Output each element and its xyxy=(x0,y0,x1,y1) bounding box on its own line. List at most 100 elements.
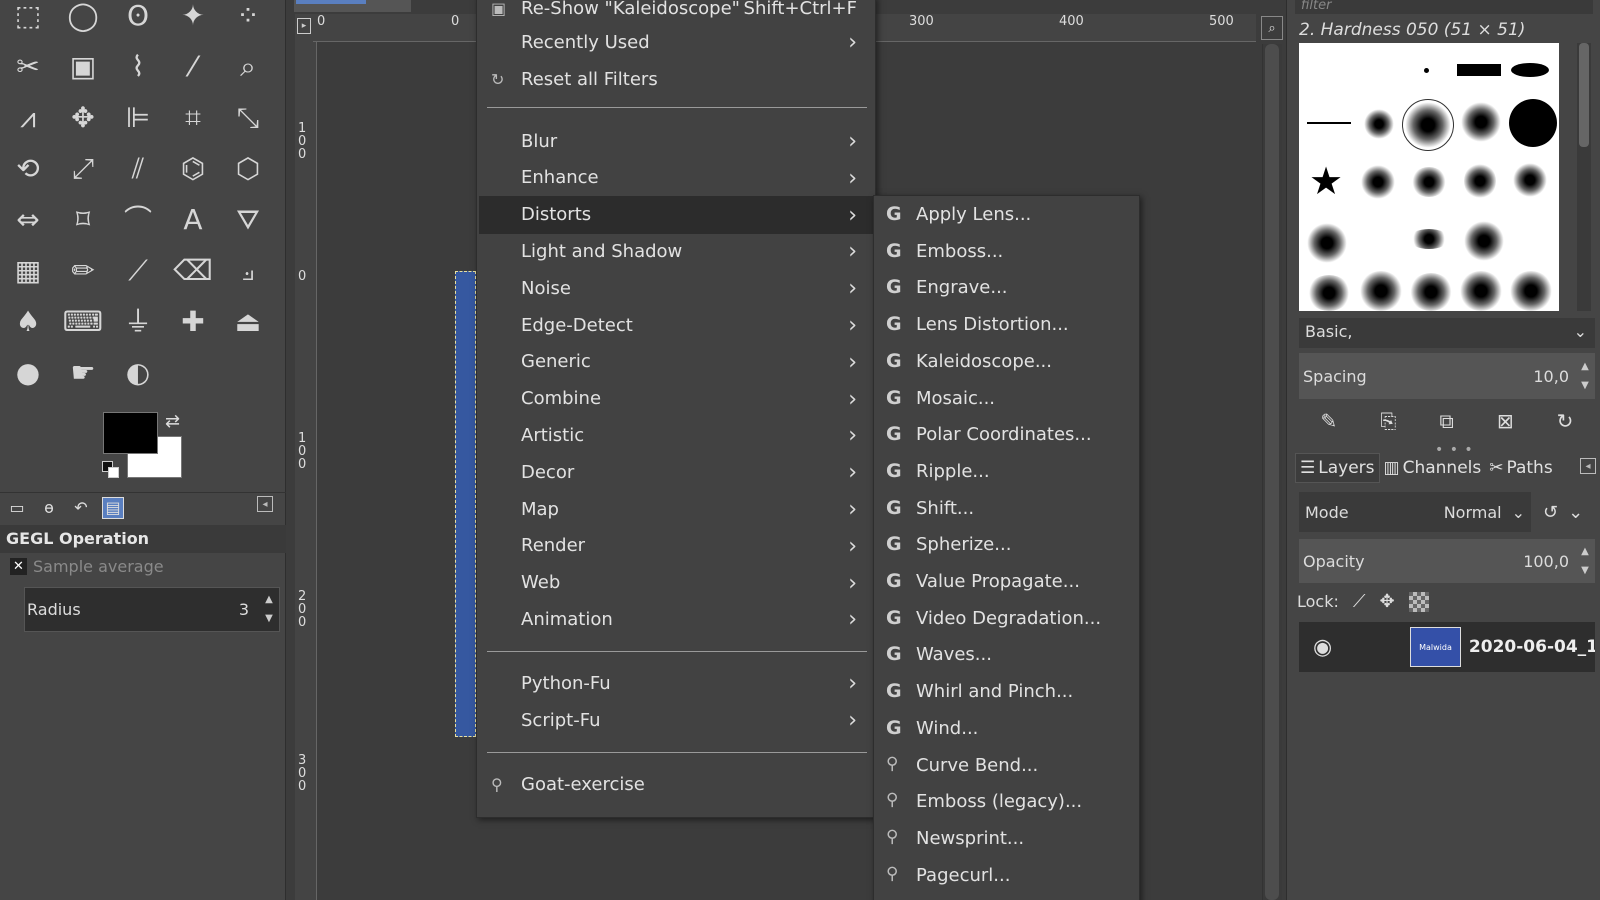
menu-item-artistic[interactable]: Artistic › xyxy=(479,416,873,454)
lock-alpha-icon[interactable] xyxy=(1408,591,1429,612)
lock-pixels-icon[interactable]: ⟋ xyxy=(1353,591,1366,612)
warp-transform-icon[interactable]: ⌒ xyxy=(116,198,160,242)
foreground-color-swatch[interactable] xyxy=(103,412,158,454)
move-icon[interactable]: ✥ xyxy=(61,96,105,140)
pencil-icon[interactable]: ✏ xyxy=(61,249,105,293)
undo-history-tab-icon[interactable]: ↶ xyxy=(70,497,92,519)
refresh-brushes-icon[interactable]: ↻ xyxy=(1557,409,1574,433)
foreground-select-icon[interactable]: ⁘ xyxy=(226,0,270,38)
tab-channels[interactable]: ▥ Channels xyxy=(1380,453,1486,483)
layer-row[interactable]: ◉ Malwida 2020-06-04_1 xyxy=(1299,622,1595,672)
brush-set-select[interactable]: Basic, ⌄ xyxy=(1299,318,1595,348)
brush-preview[interactable] xyxy=(1307,223,1347,263)
submenu-item-gegl[interactable]: G Emboss... xyxy=(874,233,1139,270)
submenu-item-gegl[interactable]: G Apply Lens... xyxy=(874,196,1139,233)
menu-item-map[interactable]: Map › xyxy=(479,490,873,528)
ellipse-select-icon[interactable]: ◯ xyxy=(61,0,105,38)
ink-icon[interactable]: ♠ xyxy=(6,300,50,344)
blur-icon[interactable]: ● xyxy=(6,351,50,395)
menu-item-animation[interactable]: Animation › xyxy=(479,600,873,638)
menu-item-combine[interactable]: Combine › xyxy=(479,380,873,418)
scale-icon[interactable]: ⤢ xyxy=(61,147,105,191)
brush-preview[interactable] xyxy=(1411,167,1447,197)
perspective-clone-icon[interactable]: ⏏ xyxy=(226,300,270,344)
perspective-icon[interactable]: ⬡ xyxy=(226,147,270,191)
brush-preview[interactable] xyxy=(1513,163,1547,197)
submenu-item-script[interactable]: ⚲ Emboss (legacy)... xyxy=(874,783,1139,820)
submenu-item-gegl[interactable]: G Lens Distortion... xyxy=(874,306,1139,343)
brush-preview[interactable] xyxy=(1409,229,1449,249)
paintbrush-icon[interactable]: ⟋ xyxy=(116,249,160,293)
submenu-item-script[interactable]: ⚲ Pagecurl... xyxy=(874,857,1139,894)
align-icon[interactable]: ⊫ xyxy=(116,96,160,140)
visibility-eye-icon[interactable]: ◉ xyxy=(1303,635,1342,660)
unified-transform-icon[interactable]: ⤡ xyxy=(226,96,270,140)
chevron-down-icon[interactable]: ⌄ xyxy=(1568,502,1583,523)
sample-average-option[interactable]: ✕ Sample average xyxy=(10,557,164,576)
submenu-item-gegl[interactable]: G Shift... xyxy=(874,490,1139,527)
spacing-spin-buttons[interactable]: ▲ ▼ xyxy=(1577,357,1593,395)
tab-paths[interactable]: ✂ Paths xyxy=(1485,453,1556,483)
eraser-icon[interactable]: ⌫ xyxy=(171,249,215,293)
layer-mode-select[interactable]: Mode Normal ⌄ xyxy=(1299,492,1531,532)
crop-icon[interactable]: ⌗ xyxy=(171,96,215,140)
brush-preview[interactable] xyxy=(1307,275,1351,311)
brush-preview[interactable]: ★ xyxy=(1309,161,1349,201)
warp-icon[interactable]: ⌬ xyxy=(171,147,215,191)
spacing-value[interactable]: 10,0 xyxy=(1533,367,1569,386)
brush-preview[interactable] xyxy=(1359,271,1403,311)
rotate-icon[interactable]: ⟲ xyxy=(6,147,50,191)
submenu-item-gegl[interactable]: G Engrave... xyxy=(874,269,1139,306)
brush-preview[interactable] xyxy=(1509,271,1553,311)
submenu-item-gegl[interactable]: G Ripple... xyxy=(874,453,1139,490)
brush-preview[interactable] xyxy=(1509,99,1557,147)
submenu-item-script[interactable]: ⚲ Curve Bend... xyxy=(874,747,1139,784)
ruler-corner[interactable]: ▸ xyxy=(295,14,313,42)
text-icon[interactable]: A xyxy=(171,198,215,242)
image-tab-strip[interactable] xyxy=(294,0,411,12)
zoom-icon[interactable]: ⌕ xyxy=(226,45,270,89)
menu-item-distorts[interactable]: Distorts › xyxy=(479,195,873,234)
submenu-item-gegl[interactable]: G Wind... xyxy=(874,710,1139,747)
submenu-item-gegl[interactable]: G Mosaic... xyxy=(874,380,1139,417)
measure-icon[interactable]: ⩘ xyxy=(6,96,50,140)
rect-select-icon[interactable]: ⬚ xyxy=(6,0,50,38)
vertical-scrollbar[interactable] xyxy=(1262,44,1282,900)
menu-item-enhance[interactable]: Enhance › xyxy=(479,159,873,197)
submenu-item-gegl[interactable]: G Polar Coordinates... xyxy=(874,416,1139,453)
menu-item-edge-detect[interactable]: Edge-Detect › xyxy=(479,306,873,344)
lock-position-icon[interactable]: ✥ xyxy=(1379,591,1394,612)
navigate-icon[interactable]: ⌕ xyxy=(1261,16,1283,40)
submenu-item-gegl[interactable]: G Waves... xyxy=(874,636,1139,673)
color-picker-icon[interactable]: ⁄ xyxy=(171,45,215,89)
menu-item-blur[interactable]: Blur › xyxy=(479,122,873,160)
switch-mode-icon[interactable]: ↺ xyxy=(1543,502,1558,523)
delete-brush-icon[interactable]: ⊠ xyxy=(1497,409,1514,433)
menu-item-python-fu[interactable]: Python-Fu › xyxy=(479,664,873,702)
edit-brush-icon[interactable]: ✎ xyxy=(1321,409,1338,433)
cage-icon[interactable]: ⌑ xyxy=(61,198,105,242)
submenu-item-gegl[interactable]: G Spherize... xyxy=(874,526,1139,563)
select-by-color-icon[interactable]: ▣ xyxy=(61,45,105,89)
brush-preview[interactable] xyxy=(1511,63,1549,77)
menu-item-generic[interactable]: Generic › xyxy=(479,343,873,381)
brush-preview[interactable] xyxy=(1402,99,1454,151)
scissors-icon[interactable]: ✂ xyxy=(6,45,50,89)
layer-name[interactable]: 2020-06-04_1 xyxy=(1469,637,1595,657)
menu-item-web[interactable]: Web › xyxy=(479,564,873,602)
radius-spinner[interactable]: Radius 3 ▲ ▼ xyxy=(24,587,280,632)
submenu-item-gegl[interactable]: G Whirl and Pinch... xyxy=(874,673,1139,710)
heal-icon[interactable]: ✚ xyxy=(171,300,215,344)
brush-preview[interactable] xyxy=(1307,122,1351,124)
dodge-burn-icon[interactable]: ◐ xyxy=(116,351,160,395)
images-tab-icon[interactable]: ▤ xyxy=(102,496,124,519)
mypaint-brush-icon[interactable]: ⌨ xyxy=(61,300,105,344)
dock-menu-icon[interactable]: ◂ xyxy=(1580,458,1596,474)
submenu-item-gegl[interactable]: G Video Degradation... xyxy=(874,600,1139,637)
brush-preview[interactable] xyxy=(1364,109,1394,139)
menu-item-script-fu[interactable]: Script-Fu › xyxy=(479,701,873,739)
submenu-item-gegl[interactable]: G Kaleidoscope... xyxy=(874,343,1139,380)
menu-item-light-and-shadow[interactable]: Light and Shadow › xyxy=(479,232,873,270)
menu-item-decor[interactable]: Decor › xyxy=(479,453,873,491)
menu-item-recently-used[interactable]: Recently Used › xyxy=(479,23,873,61)
